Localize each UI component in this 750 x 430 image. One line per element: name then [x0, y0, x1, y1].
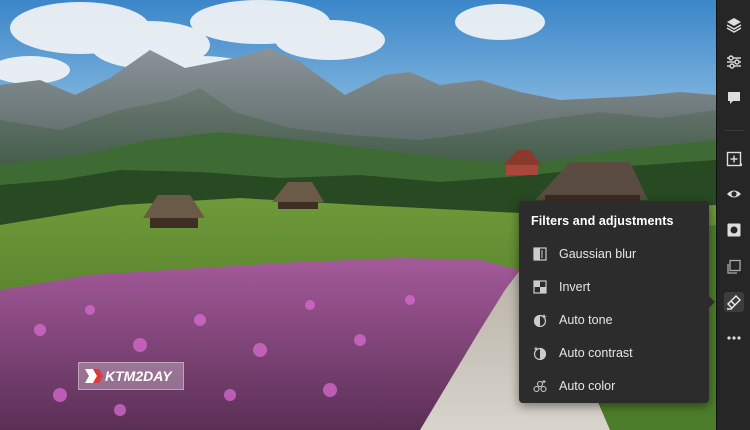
add-layer-icon — [726, 151, 742, 167]
menu-item-invert[interactable]: Invert — [519, 272, 709, 302]
layers-button[interactable] — [724, 15, 744, 35]
filters-icon — [727, 295, 741, 310]
menu-item-gaussian-blur[interactable]: Gaussian blur — [519, 239, 709, 269]
popover-title: Filters and adjustments — [531, 214, 674, 228]
menu-item-label: Auto contrast — [559, 346, 633, 360]
eye-icon — [727, 190, 741, 198]
gaussian-blur-icon — [532, 246, 548, 262]
menu-item-label: Gaussian blur — [559, 247, 637, 261]
right-toolbar — [716, 0, 750, 430]
auto-color-icon — [532, 378, 548, 394]
menu-item-auto-color[interactable]: Auto color — [519, 371, 709, 401]
add-layer-button[interactable] — [724, 149, 744, 169]
invert-icon — [532, 279, 548, 295]
layers-icon — [726, 18, 742, 33]
more-icon — [727, 336, 741, 340]
transform-button[interactable] — [724, 257, 744, 277]
mask-button[interactable] — [724, 220, 744, 240]
watermark-logo: KTM2DAY — [78, 362, 184, 390]
menu-item-label: Auto color — [559, 379, 616, 393]
toolbar-divider — [724, 130, 744, 131]
menu-item-label: Auto tone — [559, 313, 613, 327]
auto-contrast-icon — [532, 345, 548, 361]
more-button[interactable] — [724, 328, 744, 348]
watermark-text: KTM2DAY — [105, 368, 173, 384]
visibility-button[interactable] — [724, 184, 744, 204]
auto-tone-icon — [532, 312, 548, 328]
ktm2day-logo-icon: KTM2DAY — [85, 368, 173, 384]
filters-adjustments-popover: Filters and adjustments Gaussian blur In… — [519, 201, 715, 403]
comments-button[interactable] — [724, 88, 744, 108]
comment-icon — [728, 92, 740, 104]
sliders-icon — [727, 55, 741, 69]
menu-item-label: Invert — [559, 280, 591, 294]
menu-item-auto-tone[interactable]: Auto tone — [519, 305, 709, 335]
menu-item-auto-contrast[interactable]: Auto contrast — [519, 338, 709, 368]
filters-button[interactable] — [724, 292, 744, 312]
transform-icon — [727, 259, 741, 274]
adjustments-button[interactable] — [724, 52, 744, 72]
mask-icon — [727, 223, 741, 237]
